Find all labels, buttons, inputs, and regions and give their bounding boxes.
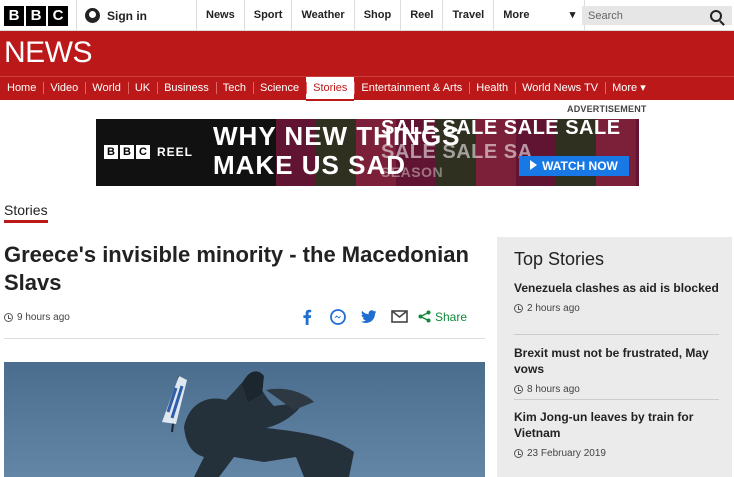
twitter-icon[interactable]	[360, 308, 377, 325]
share-label: Share	[435, 309, 468, 324]
news-nav-uk[interactable]: UK	[127, 77, 157, 99]
top-story-time: 2 hours ago	[514, 303, 719, 314]
email-icon[interactable]	[391, 308, 408, 325]
top-story-headline[interactable]: Brexit must not be frustrated, May vows	[514, 345, 719, 377]
advert-headline: WHY NEW THINGS MAKE US SAD	[213, 122, 461, 180]
logo-letter: B	[104, 145, 118, 159]
advert-headline-line: MAKE US SAD	[213, 150, 407, 180]
news-nav-more[interactable]: More ▾	[605, 77, 653, 99]
news-nav-world-news-tv[interactable]: World News TV	[515, 77, 605, 99]
clock-icon	[4, 313, 13, 322]
top-story-time-text: 8 hours ago	[527, 384, 580, 395]
top-story-time: 23 February 2019	[514, 448, 719, 459]
article-time: 9 hours ago	[17, 312, 70, 323]
news-brand[interactable]: NEWS	[4, 36, 93, 70]
top-story-time-text: 23 February 2019	[527, 448, 606, 459]
news-nav-video[interactable]: Video	[43, 77, 85, 99]
logo-letter: B	[4, 6, 24, 26]
logo-letter: C	[136, 145, 150, 159]
global-nav-more[interactable]: More ▾	[493, 0, 586, 31]
section-link-stories[interactable]: Stories	[4, 202, 48, 223]
news-nav-world[interactable]: World	[85, 77, 128, 99]
news-nav-stories[interactable]: Stories	[306, 77, 355, 101]
play-icon	[530, 160, 538, 170]
search-box	[582, 6, 732, 25]
logo-letter: B	[120, 145, 134, 159]
logo-letter: C	[48, 6, 68, 26]
global-nav-reel[interactable]: Reel	[400, 0, 442, 31]
chevron-down-icon: ▾	[569, 9, 576, 21]
equestrian-statue-image	[4, 362, 485, 477]
user-icon	[85, 8, 100, 23]
news-nav-science[interactable]: Science	[252, 77, 306, 99]
search-input[interactable]	[582, 6, 706, 25]
divider	[4, 338, 485, 339]
advert-headline-line: WHY NEW THINGS	[213, 121, 461, 151]
signin-link[interactable]: Sign in	[76, 0, 196, 31]
global-nav: News Sport Weather Shop Reel Travel More…	[196, 0, 586, 31]
divider	[514, 399, 719, 400]
advertisement-label: ADVERTISEMENT	[567, 104, 647, 114]
article-timestamp: 9 hours ago	[4, 312, 70, 323]
clock-icon	[514, 449, 523, 458]
signin-label: Sign in	[107, 8, 147, 23]
facebook-icon[interactable]	[298, 308, 315, 325]
watch-now-label: WATCH NOW	[542, 159, 618, 173]
global-nav-weather[interactable]: Weather	[291, 0, 353, 31]
news-nav-home[interactable]: Home	[0, 77, 43, 99]
bbc-reel-logo: B B C REEL	[104, 145, 193, 159]
clock-icon	[514, 304, 523, 313]
bbc-logo[interactable]: B B C	[4, 6, 68, 26]
global-nav-sport[interactable]: Sport	[243, 0, 292, 31]
top-story-headline[interactable]: Kim Jong-un leaves by train for Vietnam	[514, 409, 719, 441]
top-story-headline[interactable]: Venezuela clashes as aid is blocked	[514, 280, 719, 296]
news-masthead: NEWS	[0, 31, 734, 76]
top-stories-panel: Top Stories Venezuela clashes as aid is …	[497, 237, 732, 477]
share-button[interactable]: Share	[418, 310, 467, 324]
advert-banner[interactable]: SALE SALE SALE SALE SALE SALE SA SEASON …	[96, 119, 639, 186]
watch-now-button[interactable]: WATCH NOW	[519, 156, 629, 176]
global-nav-travel[interactable]: Travel	[442, 0, 493, 31]
share-icon	[418, 310, 431, 323]
logo-letter: B	[26, 6, 46, 26]
article-title: Greece's invisible minority - the Macedo…	[4, 242, 469, 295]
top-story-item[interactable]: Kim Jong-un leaves by train for Vietnam …	[514, 409, 719, 459]
top-story-time: 8 hours ago	[514, 384, 719, 395]
global-nav-shop[interactable]: Shop	[353, 0, 401, 31]
news-nav: Home Video World UK Business Tech Scienc…	[0, 76, 734, 101]
news-nav-entertainment[interactable]: Entertainment & Arts	[354, 77, 469, 99]
clock-icon	[514, 385, 523, 394]
article-hero-image	[4, 362, 485, 477]
top-story-item[interactable]: Brexit must not be frustrated, May vows …	[514, 345, 719, 395]
news-nav-business[interactable]: Business	[157, 77, 216, 99]
top-story-item[interactable]: Venezuela clashes as aid is blocked 2 ho…	[514, 280, 719, 314]
global-nav-news[interactable]: News	[196, 0, 244, 31]
global-nav-more-label: More	[503, 9, 530, 21]
top-stories-heading: Top Stories	[514, 249, 605, 269]
top-bar: B B C Sign in News Sport Weather Shop Re…	[0, 0, 734, 31]
news-nav-tech[interactable]: Tech	[215, 77, 253, 99]
divider	[514, 334, 719, 335]
search-icon[interactable]	[710, 9, 722, 22]
messenger-icon[interactable]	[329, 308, 346, 325]
top-story-time-text: 2 hours ago	[527, 303, 580, 314]
reel-word: REEL	[157, 145, 194, 159]
share-tools: Share	[298, 308, 467, 325]
news-nav-health[interactable]: Health	[469, 77, 515, 99]
